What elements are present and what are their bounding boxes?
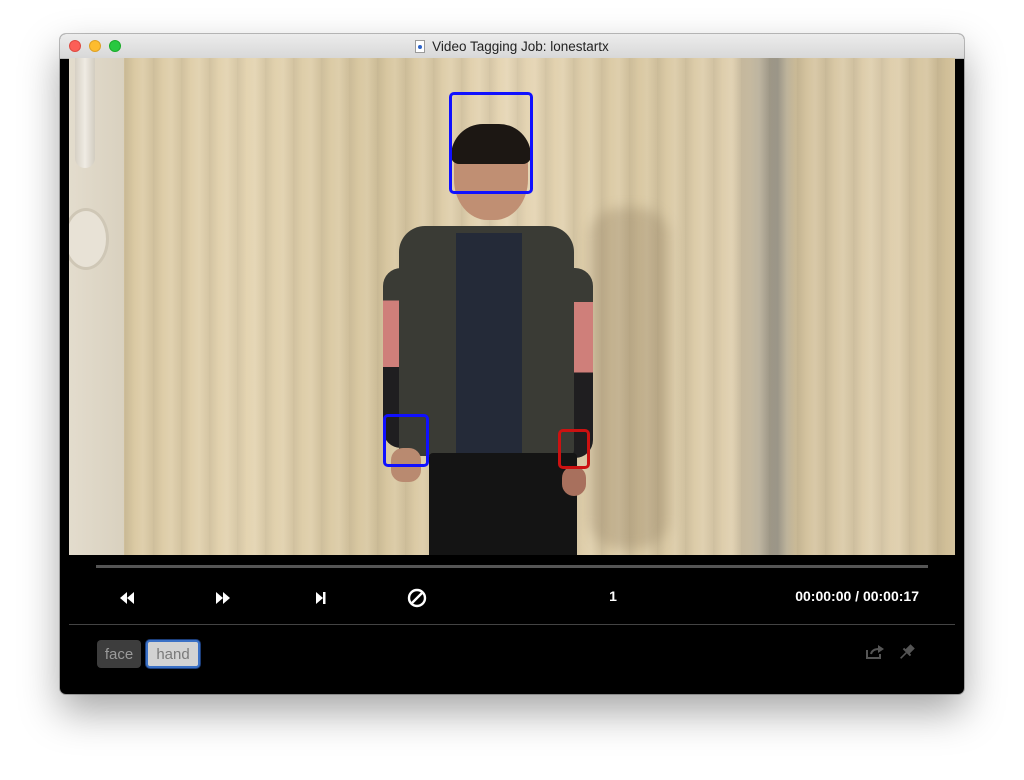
document-icon [415, 39, 426, 53]
pin-icon [900, 644, 915, 659]
window-title: Video Tagging Job: lonestartx [432, 38, 609, 54]
fast-forward-icon [216, 592, 230, 604]
title-bar: Video Tagging Job: lonestartx [60, 34, 964, 59]
progress-bar[interactable] [96, 565, 928, 568]
person-pants [429, 453, 577, 555]
person-shirt [456, 233, 522, 468]
hand-bounding-box-left[interactable] [383, 414, 429, 467]
face-bounding-box[interactable] [449, 92, 533, 194]
tag-face-button[interactable]: face [97, 640, 141, 668]
step-forward-icon [316, 592, 326, 604]
export-button[interactable] [863, 641, 887, 663]
hand-bounding-box-right[interactable] [558, 429, 590, 469]
time-display: 00:00:00 / 00:00:17 [795, 588, 919, 604]
pipe [75, 58, 95, 168]
window-title-wrap: Video Tagging Job: lonestartx [60, 34, 964, 58]
no-entry-icon [407, 588, 427, 608]
player-controls: 1 00:00:00 / 00:00:17 face hand [69, 555, 955, 690]
frame-number: 1 [609, 588, 617, 604]
export-icon [866, 645, 884, 659]
rewind-button[interactable] [109, 585, 145, 611]
rewind-icon [120, 592, 134, 604]
person-right-hand [562, 466, 586, 496]
fast-forward-button[interactable] [205, 585, 241, 611]
app-window: Video Tagging Job: lonestartx 1 00:00:00… [60, 34, 964, 694]
video-frame[interactable] [69, 58, 955, 555]
tag-hand-button[interactable]: hand [146, 640, 200, 668]
step-forward-button[interactable] [303, 585, 339, 611]
divider [69, 624, 955, 625]
pin-button[interactable] [895, 641, 919, 663]
person-shadow [589, 208, 669, 548]
clear-button[interactable] [399, 585, 435, 611]
